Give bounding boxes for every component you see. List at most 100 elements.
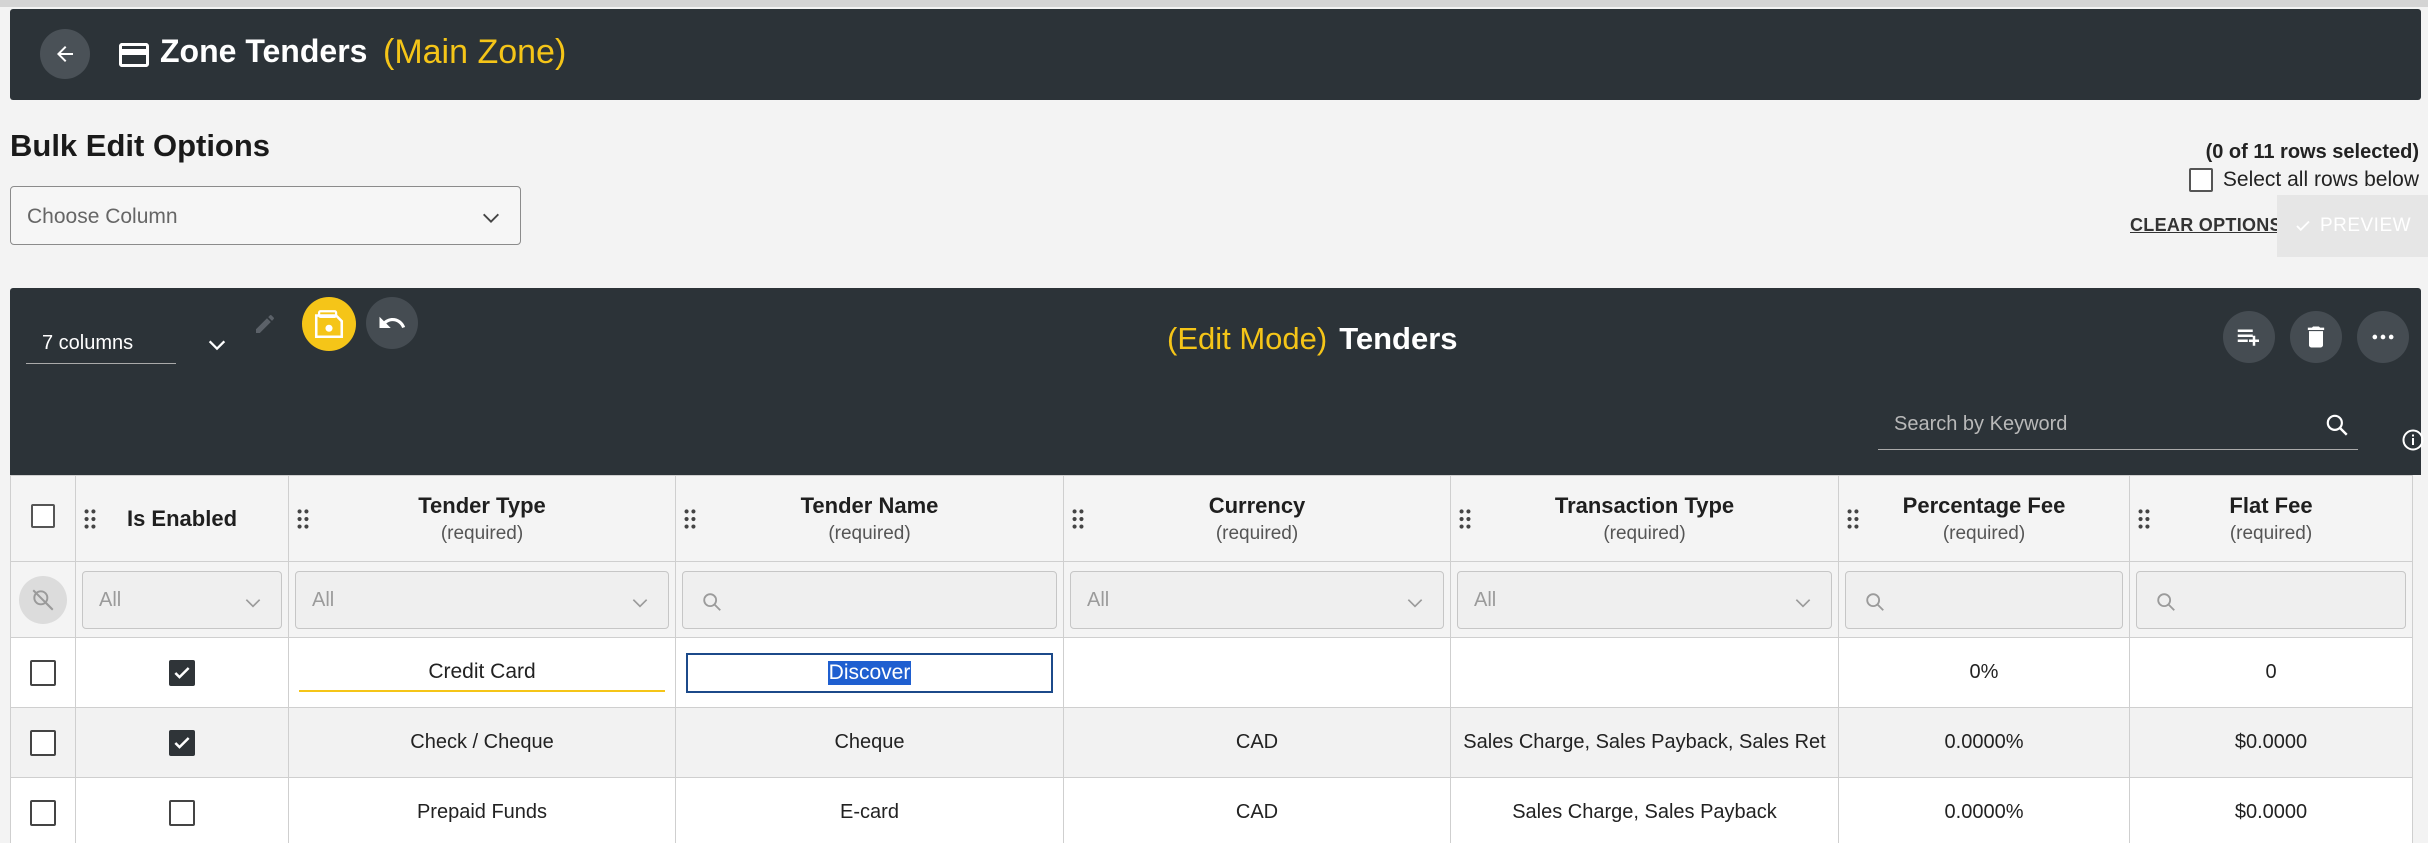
column-header-transaction-type[interactable]: Transaction Type (required)	[1450, 475, 1839, 562]
filter-percentage-fee	[1838, 561, 2130, 638]
more-options-button[interactable]	[2357, 311, 2409, 363]
transaction-type-cell[interactable]	[1450, 637, 1839, 708]
chevron-down-icon	[483, 213, 499, 223]
undo-icon	[379, 316, 406, 328]
back-button[interactable]	[40, 29, 90, 79]
flat-fee-filter[interactable]	[2136, 570, 2406, 629]
transaction-type-cell[interactable]: Sales Charge, Sales Payback, Sales Ret	[1450, 707, 1839, 778]
drag-handle-icon[interactable]	[2136, 508, 2152, 530]
table-row[interactable]: Prepaid Funds E-card CAD Sales Charge, S…	[10, 777, 2413, 843]
tender-name-editor[interactable]: Discover	[686, 652, 1053, 693]
select-all-rows-checkbox[interactable]	[31, 503, 55, 528]
transaction-type-filter[interactable]: All	[1457, 570, 1832, 629]
filter-row: All All All All	[10, 561, 2413, 638]
table-row[interactable]: Check / Cheque Cheque CAD Sales Charge, …	[10, 707, 2413, 778]
check-icon	[2296, 220, 2310, 232]
add-row-button[interactable]	[2223, 311, 2275, 363]
drag-handle-icon[interactable]	[1070, 508, 1086, 530]
column-label: Transaction Type	[1554, 492, 1735, 518]
column-label: Tender Name	[800, 492, 939, 518]
filter-flat-fee	[2129, 561, 2413, 638]
tender-name-cell[interactable]: Cheque	[675, 707, 1064, 778]
row-select-cell	[10, 777, 76, 843]
filter-value: All	[312, 588, 335, 611]
check-icon	[174, 736, 190, 749]
selected-text[interactable]: Discover	[827, 660, 912, 685]
header-row: Is Enabled Tender Type (required) Tender…	[10, 475, 2413, 562]
select-all-rows[interactable]: Select all rows below	[2188, 168, 2419, 192]
info-icon[interactable]	[2401, 428, 2425, 452]
tender-type-cell[interactable]: Credit Card	[288, 637, 676, 708]
enabled-checkbox-unchecked[interactable]	[169, 799, 195, 826]
search-icon[interactable]	[2324, 412, 2350, 438]
delete-button[interactable]	[2290, 311, 2342, 363]
chevron-down-icon	[208, 340, 226, 351]
filter-tender-name	[675, 561, 1064, 638]
preview-button[interactable]: PREVIEW	[2277, 195, 2428, 257]
currency-filter[interactable]: All	[1070, 570, 1444, 629]
save-icon	[314, 310, 344, 339]
grid-title: (Edit Mode) Tenders	[1167, 321, 1458, 357]
drag-handle-icon[interactable]	[295, 508, 311, 530]
currency-cell[interactable]: CAD	[1063, 777, 1451, 843]
required-note: (required)	[440, 522, 524, 544]
is-enabled-filter[interactable]: All	[82, 570, 282, 629]
tender-name-cell[interactable]: Discover	[675, 637, 1064, 708]
drag-handle-icon[interactable]	[1457, 508, 1473, 530]
row-checkbox[interactable]	[30, 659, 56, 686]
currency-cell[interactable]	[1063, 637, 1451, 708]
enabled-checkbox-checked[interactable]	[169, 659, 195, 686]
clear-options-button[interactable]: CLEAR OPTIONS	[2130, 215, 2282, 236]
row-checkbox[interactable]	[30, 729, 56, 756]
filter-transaction-type: All	[1450, 561, 1839, 638]
page-title: Zone Tenders	[160, 33, 368, 69]
percentage-fee-cell[interactable]: 0.0000%	[1838, 777, 2130, 843]
filter-off-icon	[32, 589, 54, 610]
row-select-cell	[10, 707, 76, 778]
tender-type-cell[interactable]: Prepaid Funds	[288, 777, 676, 843]
undo-button[interactable]	[366, 297, 418, 349]
columns-select[interactable]: 7 columns	[26, 322, 226, 364]
select-all-checkbox[interactable]	[2188, 168, 2213, 192]
column-header-flat-fee[interactable]: Flat Fee (required)	[2129, 475, 2413, 562]
column-header-tender-name[interactable]: Tender Name (required)	[675, 475, 1064, 562]
flat-fee-cell[interactable]: $0.0000	[2129, 777, 2413, 843]
filter-off-button[interactable]	[19, 575, 67, 624]
flat-fee-cell[interactable]: $0.0000	[2129, 707, 2413, 778]
choose-column-placeholder: Choose Column	[27, 205, 178, 228]
tender-type-cell[interactable]: Check / Cheque	[288, 707, 676, 778]
tender-name-cell[interactable]: E-card	[675, 777, 1064, 843]
column-label: Is Enabled	[126, 505, 238, 531]
row-select-cell	[10, 637, 76, 708]
column-header-percentage-fee[interactable]: Percentage Fee (required)	[1838, 475, 2130, 562]
pencil-icon[interactable]	[253, 312, 277, 336]
grid-name: Tenders	[1339, 321, 1458, 356]
required-note: (required)	[1942, 522, 2026, 544]
choose-column-select[interactable]: Choose Column	[10, 186, 521, 245]
percentage-fee-cell[interactable]: 0%	[1838, 637, 2130, 708]
enabled-checkbox-checked[interactable]	[169, 729, 195, 756]
search-input[interactable]	[1878, 400, 2298, 448]
column-header-is-enabled[interactable]: Is Enabled	[75, 475, 289, 562]
search-icon	[2157, 592, 2175, 611]
column-header-currency[interactable]: Currency (required)	[1063, 475, 1451, 562]
table-row[interactable]: Credit Card Discover 0% 0	[10, 637, 2413, 708]
tender-type-filter[interactable]: All	[295, 570, 669, 629]
flat-fee-cell[interactable]: 0	[2129, 637, 2413, 708]
currency-cell[interactable]: CAD	[1063, 707, 1451, 778]
keyword-search[interactable]	[1878, 400, 2358, 450]
is-enabled-cell	[75, 777, 289, 843]
drag-handle-icon[interactable]	[82, 508, 98, 530]
save-button[interactable]	[302, 297, 356, 351]
transaction-type-cell[interactable]: Sales Charge, Sales Payback	[1450, 777, 1839, 843]
column-header-tender-type[interactable]: Tender Type (required)	[288, 475, 676, 562]
required-note: (required)	[1215, 522, 1299, 544]
chevron-down-icon	[1795, 598, 1811, 608]
drag-handle-icon[interactable]	[1845, 508, 1861, 530]
row-checkbox[interactable]	[30, 799, 56, 826]
tender-name-filter[interactable]	[682, 570, 1057, 629]
tender-type-editor[interactable]: Credit Card	[299, 654, 665, 692]
percentage-fee-cell[interactable]: 0.0000%	[1838, 707, 2130, 778]
drag-handle-icon[interactable]	[682, 508, 698, 530]
percentage-fee-filter[interactable]	[1845, 570, 2123, 629]
